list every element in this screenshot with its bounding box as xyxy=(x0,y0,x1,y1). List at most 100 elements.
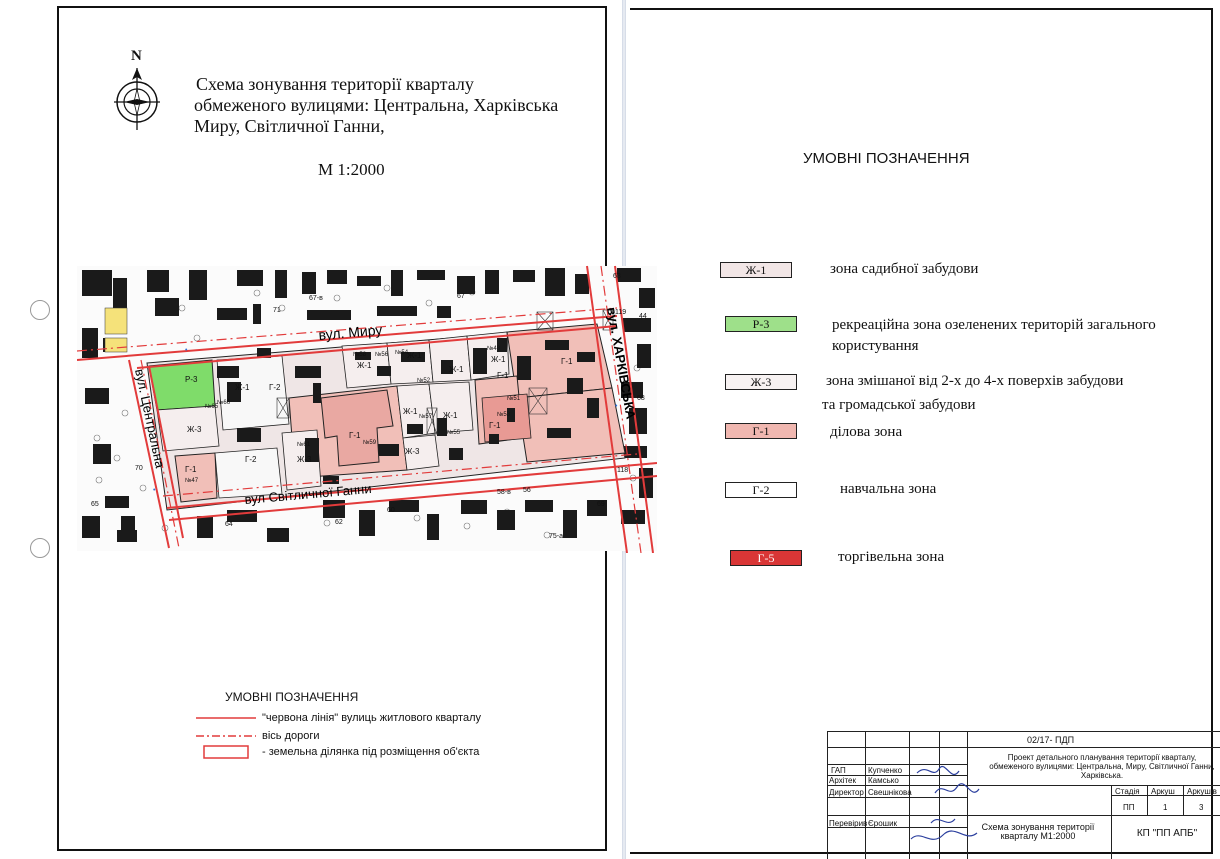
house-55: №55 xyxy=(447,429,461,436)
zone-label-g2-b: Г-2 xyxy=(245,455,257,464)
house-66: №66 xyxy=(217,399,231,406)
house-57: №57 xyxy=(419,413,433,420)
stamp-sheet-header: Аркуш xyxy=(1151,787,1175,796)
stamp-sheets-header: Аркушів xyxy=(1187,787,1217,796)
zone-label-g1-e: Г-1 xyxy=(489,421,501,430)
house-52: №52 xyxy=(417,377,431,384)
house-61: №61 xyxy=(297,441,311,448)
zone-label-zh1-b: Ж-1 xyxy=(357,361,372,370)
map-scale: М 1:2000 xyxy=(318,160,385,179)
signatures xyxy=(910,766,980,840)
zone-label-g1-a: Г-1 xyxy=(185,465,197,474)
swatch-g1: Г-1 xyxy=(725,423,797,439)
zoning-map: ••• вул. Миру вул. Центральна вул. ХАРКІ… xyxy=(77,265,657,553)
title-line-2: обмеженого вулицями: Центральна, Харківс… xyxy=(194,95,559,115)
swatch-zh3: Ж-3 xyxy=(725,374,797,390)
zone-label-zh1-g: Ж-1 xyxy=(443,411,458,420)
addr-68: 68 xyxy=(637,395,645,402)
north-label: N xyxy=(131,48,142,64)
zone-label-zh1-c: Ж-1 xyxy=(407,351,422,360)
zone-label-zh3-a: Ж-3 xyxy=(187,425,202,434)
swatch-g5: Г-5 xyxy=(730,550,802,566)
title-line-1: Схема зонування території кварталу xyxy=(196,74,474,94)
legend-right-title: УМОВНІ ПОЗНАЧЕННЯ xyxy=(803,150,970,167)
desc-g1: ділова зона xyxy=(830,424,903,440)
yellow-lot-2 xyxy=(104,337,128,353)
addr-70: 70 xyxy=(135,465,143,472)
zone-label-r3: Р-3 xyxy=(185,375,198,384)
stamp-role-architect: Архітек xyxy=(829,776,856,785)
zone-label-g1-c: Г-1 xyxy=(497,371,509,380)
zone-label-zh1-f: Ж-1 xyxy=(403,407,418,416)
swatch-zh1: Ж-1 xyxy=(720,262,792,278)
land-plot-symbol xyxy=(203,745,249,759)
stamp-role-gap: ГАП xyxy=(831,766,846,775)
addr-67v: 67-в xyxy=(309,295,323,302)
zone-label-g2-a: Г-2 xyxy=(269,383,281,392)
stamp-role-checker: Перевірив xyxy=(829,819,868,828)
addr-75a: 75-а xyxy=(549,533,563,540)
addr-67: 67 xyxy=(457,293,465,300)
swatch-g2: Г-2 xyxy=(725,482,797,498)
stamp-code: 02/17- ПДП xyxy=(1027,736,1075,745)
addr-64: 64 xyxy=(225,521,233,528)
stamp-sheets: 3 xyxy=(1199,803,1204,812)
desc-r3-line2: користування xyxy=(832,338,919,354)
legend-left-item-2: вісь дороги xyxy=(262,730,320,742)
legend-left-symbols xyxy=(196,717,256,759)
addr-119: 119 xyxy=(615,309,626,316)
compass-rose-icon xyxy=(114,68,160,130)
swatch-r3: Р-3 xyxy=(725,316,797,332)
house-54: №54 xyxy=(395,349,409,356)
addr-60: 60 xyxy=(387,507,395,514)
punch-hole-bottom xyxy=(30,538,50,558)
zone-label-zh3-c: Ж-3 xyxy=(405,447,420,456)
house-51: №51 xyxy=(507,395,521,402)
zone-label-zh1-e: Ж-1 xyxy=(491,355,506,364)
desc-zh3-line2: та громадської забудови xyxy=(822,397,976,413)
addr-63: 63 xyxy=(613,273,621,280)
addr-118: 118 xyxy=(617,467,628,474)
addr-44: 44 xyxy=(639,313,647,320)
zone-r3 xyxy=(148,359,216,411)
punch-hole-top xyxy=(30,300,50,320)
title-block: 02/17- ПДП Проект детального планування … xyxy=(827,731,1220,859)
desc-r3-line1: рекреаційна зона озеленених територій за… xyxy=(832,317,1156,333)
zone-label-zh1-d: Ж-1 xyxy=(449,365,464,374)
addr-69: 69 xyxy=(597,501,605,508)
zone-label-g1-b: Г-1 xyxy=(349,431,361,440)
stamp-project: Проект детального планування території к… xyxy=(989,753,1215,780)
addr-56: 56 xyxy=(523,487,531,494)
desc-zh1: зона садибної забудови xyxy=(830,261,979,277)
map-title: Схема зонування території кварталу обмеж… xyxy=(194,74,616,137)
legend-left-title: УМОВНІ ПОЗНАЧЕННЯ xyxy=(225,690,359,704)
stamp-drawing: Схема зонування території кварталу М1:20… xyxy=(981,823,1095,841)
zone-label-g1-d: Г-1 xyxy=(561,357,573,366)
zone-label-zh3-b: Ж-3 xyxy=(297,455,312,464)
right-frame xyxy=(630,8,1213,854)
house-56: №56 xyxy=(375,351,389,358)
desc-zh3-line1: зона змішаної від 2-х до 4-х поверхів за… xyxy=(826,373,1124,389)
stamp-stage: ПП xyxy=(1123,803,1135,812)
addr-71: 71 xyxy=(273,307,281,314)
house-65: №65 xyxy=(205,403,219,410)
title-line-3: Миру, Світличної Ганни, xyxy=(194,116,385,136)
addr-62: 62 xyxy=(335,519,343,526)
house-48: №48 xyxy=(487,345,501,352)
house-58: №58 xyxy=(353,351,367,358)
stamp-role-director: Директор xyxy=(829,788,864,797)
addr-58v: 58-в xyxy=(497,489,511,496)
desc-g5: торгівельна зона xyxy=(838,549,945,565)
addr-65: 65 xyxy=(91,501,99,508)
zone-label-zh1-a: Ж-1 xyxy=(235,383,250,392)
stamp-stage-header: Стадія xyxy=(1115,787,1140,796)
stamp-sheet: 1 xyxy=(1163,803,1168,812)
legend-left-item-1: "червона лінія" вулиць житлового квартал… xyxy=(262,712,481,724)
house-47: №47 xyxy=(185,477,199,484)
legend-left-item-3: - земельна ділянка під розміщення об'єкт… xyxy=(262,746,480,758)
yellow-lot xyxy=(104,307,128,335)
house-53: №53 xyxy=(497,411,511,418)
house-59: №59 xyxy=(363,439,377,446)
desc-g2: навчальна зона xyxy=(840,481,937,497)
zone-zh1-f xyxy=(428,381,474,434)
